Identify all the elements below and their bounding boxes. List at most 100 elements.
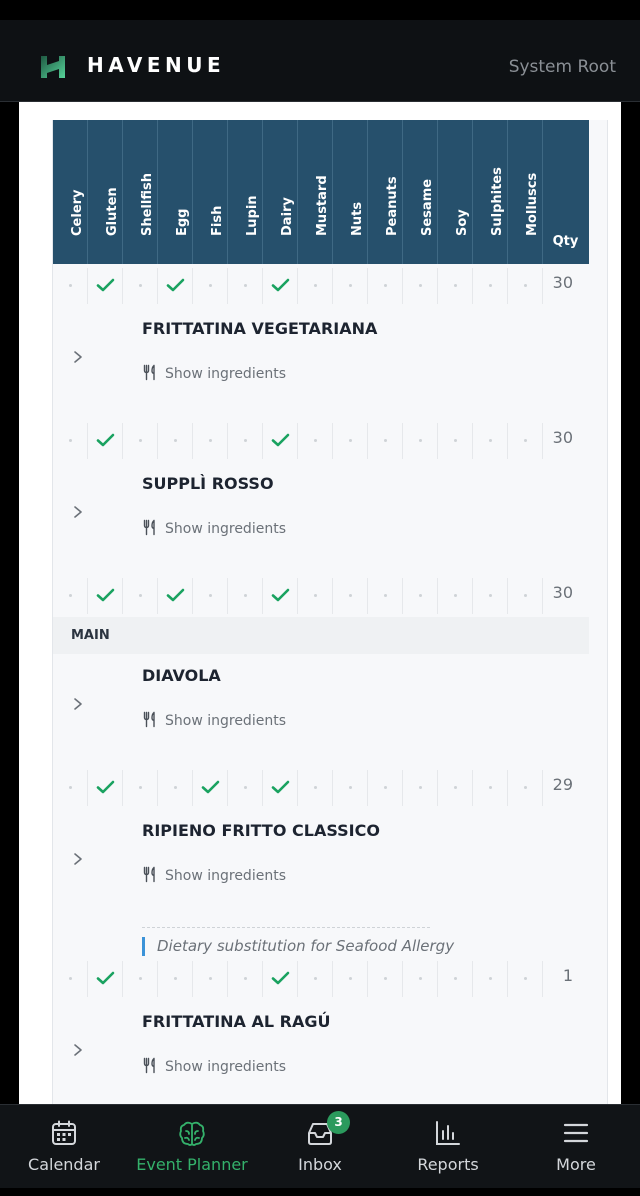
allergen-label: Fish (210, 205, 225, 236)
empty-dot-icon (298, 770, 333, 806)
check-icon (263, 423, 298, 459)
section-label: MAIN (71, 628, 110, 643)
empty-dot-icon (438, 423, 473, 459)
empty-dot-icon (368, 268, 403, 304)
allergen-col-lupin: Lupin (228, 120, 263, 264)
menu-icon (563, 1123, 589, 1143)
fork-knife-icon (142, 866, 165, 884)
empty-dot-icon (158, 770, 193, 806)
bar-chart-icon (436, 1121, 460, 1145)
show-ingredients-link[interactable]: Show ingredients (142, 519, 286, 537)
empty-dot-icon (438, 961, 473, 997)
dish-row-frittatina-vegetariana: FRITTATINA VEGETARIANA Show ingredients (53, 307, 589, 419)
allergen-marks-row: 1 (53, 957, 589, 1000)
dish-quantity: 30 (552, 428, 573, 447)
empty-dot-icon (53, 423, 88, 459)
content-area: Qty Celery Gluten Shellfish Egg Fish Lupin Dai… (0, 102, 640, 1104)
chevron-right-icon[interactable] (71, 504, 85, 518)
course-section-header: MAIN (53, 617, 589, 654)
allergen-col-celery: Celery (53, 120, 88, 264)
nav-reports[interactable]: Reports (384, 1105, 512, 1196)
empty-dot-icon (508, 578, 543, 614)
allergen-marks-row: 29 (53, 766, 589, 809)
chevron-right-icon[interactable] (71, 851, 85, 865)
allergen-marks-row: 30 (53, 574, 589, 617)
allergen-col-sulphites: Sulphites (473, 120, 508, 264)
empty-dot-icon (123, 770, 158, 806)
allergen-marks-row: 30 (53, 419, 589, 462)
show-ingredients-label: Show ingredients (165, 868, 286, 884)
check-icon (88, 770, 123, 806)
fork-knife-icon (142, 364, 165, 382)
empty-dot-icon (473, 578, 508, 614)
allergen-label: Peanuts (385, 176, 400, 236)
check-icon (158, 268, 193, 304)
empty-dot-icon (193, 423, 228, 459)
allergen-label: Gluten (105, 187, 120, 236)
allergen-label: Nuts (350, 201, 365, 236)
allergen-col-gluten: Gluten (88, 120, 123, 264)
empty-dot-icon (473, 423, 508, 459)
page-panel: Qty Celery Gluten Shellfish Egg Fish Lupin Dai… (19, 102, 621, 1104)
user-name[interactable]: System Root (509, 57, 616, 77)
allergen-label: Sesame (420, 178, 435, 236)
chevron-right-icon[interactable] (71, 696, 85, 710)
empty-dot-icon (438, 578, 473, 614)
empty-dot-icon (228, 578, 263, 614)
allergen-col-mustard: Mustard (298, 120, 333, 264)
empty-dot-icon (473, 770, 508, 806)
empty-dot-icon (438, 770, 473, 806)
empty-dot-icon (53, 770, 88, 806)
nav-label: Event Planner (136, 1155, 248, 1174)
dish-name[interactable]: RIPIENO FRITTO CLASSICO (142, 821, 380, 840)
empty-dot-icon (368, 423, 403, 459)
empty-dot-icon (298, 578, 333, 614)
fork-knife-icon (142, 519, 165, 537)
allergen-marks-row: 30 (53, 264, 589, 307)
bottom-navigation: Calendar Event Planner Inbox 3 Reports More (0, 1104, 640, 1196)
empty-dot-icon (403, 268, 438, 304)
empty-dot-icon (473, 268, 508, 304)
show-ingredients-link[interactable]: Show ingredients (142, 866, 286, 884)
empty-dot-icon (193, 268, 228, 304)
empty-dot-icon (368, 578, 403, 614)
allergen-label: Celery (70, 189, 85, 236)
check-icon (88, 268, 123, 304)
check-icon (88, 578, 123, 614)
dish-name[interactable]: SUPPLÌ ROSSO (142, 474, 274, 493)
empty-dot-icon (508, 268, 543, 304)
empty-dot-icon (158, 961, 193, 997)
nav-calendar[interactable]: Calendar (0, 1105, 128, 1196)
show-ingredients-label: Show ingredients (165, 521, 286, 537)
chevron-right-icon[interactable] (71, 1042, 85, 1056)
empty-dot-icon (473, 961, 508, 997)
allergen-col-peanuts: Peanuts (368, 120, 403, 264)
allergen-label: Soy (455, 209, 470, 236)
dish-name[interactable]: DIAVOLA (142, 666, 221, 685)
nav-label: Calendar (28, 1155, 100, 1174)
nav-label: Reports (417, 1155, 479, 1174)
empty-dot-icon (403, 578, 438, 614)
empty-dot-icon (333, 423, 368, 459)
dish-name[interactable]: FRITTATINA AL RAGÚ (142, 1012, 330, 1031)
empty-dot-icon (228, 961, 263, 997)
show-ingredients-link[interactable]: Show ingredients (142, 364, 286, 382)
allergen-label: Shellfish (140, 173, 155, 236)
dish-name[interactable]: FRITTATINA VEGETARIANA (142, 319, 377, 338)
nav-inbox[interactable]: Inbox 3 (256, 1105, 384, 1196)
empty-dot-icon (403, 423, 438, 459)
show-ingredients-link[interactable]: Show ingredients (142, 711, 286, 729)
dish-quantity: 30 (552, 273, 573, 292)
empty-dot-icon (193, 578, 228, 614)
empty-dot-icon (333, 961, 368, 997)
havenue-logo-icon[interactable] (38, 52, 68, 82)
empty-dot-icon (333, 770, 368, 806)
show-ingredients-link[interactable]: Show ingredients (142, 1057, 286, 1075)
empty-dot-icon (298, 961, 333, 997)
nav-more[interactable]: More (512, 1105, 640, 1196)
nav-event-planner[interactable]: Event Planner (128, 1105, 256, 1196)
check-icon (88, 423, 123, 459)
chevron-right-icon[interactable] (71, 349, 85, 363)
empty-dot-icon (193, 961, 228, 997)
divider (142, 927, 430, 928)
